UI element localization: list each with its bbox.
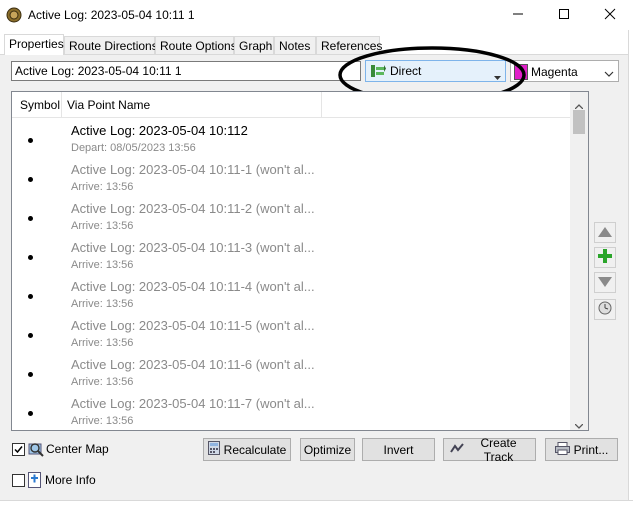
list-item[interactable]: Active Log: 2023-05-04 10:11-3 (won't al… <box>12 239 570 278</box>
title-bar: Active Log: 2023-05-04 10:11 1 <box>0 0 633 30</box>
print-button[interactable]: Print... <box>545 438 618 461</box>
calculator-icon <box>207 441 220 458</box>
invert-button[interactable]: Invert <box>362 438 435 461</box>
more-info-label: More Info <box>45 473 96 487</box>
via-point-symbol-icon <box>28 255 33 260</box>
window-title: Active Log: 2023-05-04 10:11 1 <box>28 8 195 22</box>
print-label: Print... <box>573 442 609 457</box>
via-point-symbol-icon <box>28 294 33 299</box>
via-point-name: Active Log: 2023-05-04 10:11-4 (won't al… <box>71 279 315 294</box>
via-point-list[interactable]: Symbol Via Point Name Active Log: 2023-0… <box>11 91 589 431</box>
column-header-symbol[interactable]: Symbol <box>20 98 60 112</box>
more-info-checkbox[interactable] <box>12 474 25 487</box>
timing-button[interactable] <box>594 299 616 320</box>
center-map-checkbox[interactable] <box>12 443 25 456</box>
via-point-symbol-icon <box>28 177 33 182</box>
close-icon <box>604 8 616 23</box>
move-down-button[interactable] <box>594 272 616 293</box>
via-point-name: Active Log: 2023-05-04 10:112 <box>71 123 248 138</box>
plus-icon <box>598 249 612 266</box>
create-track-button[interactable]: Create Track <box>443 435 536 464</box>
via-point-time: Arrive: 13:56 <box>71 415 134 427</box>
route-name-input[interactable] <box>11 61 361 81</box>
column-header-name[interactable]: Via Point Name <box>67 98 150 112</box>
via-point-time: Arrive: 13:56 <box>71 181 134 193</box>
chevron-down-icon <box>604 66 614 80</box>
recalculate-button[interactable]: Recalculate <box>203 438 291 461</box>
recalculate-label: Recalculate <box>223 442 287 457</box>
tab-route-options[interactable]: Route Options <box>155 36 237 54</box>
list-header: Symbol Via Point Name <box>12 92 570 118</box>
info-document-icon <box>28 472 42 491</box>
via-point-time: Depart: 08/05/2023 13:56 <box>71 142 196 154</box>
via-point-name: Active Log: 2023-05-04 10:11-6 (won't al… <box>71 357 315 372</box>
via-point-time: Arrive: 13:56 <box>71 337 134 349</box>
via-point-symbol-icon <box>28 411 33 416</box>
magnifier-map-icon <box>28 441 44 460</box>
maximize-icon <box>558 8 570 23</box>
list-item[interactable]: Active Log: 2023-05-04 10:11-6 (won't al… <box>12 356 570 395</box>
minimize-icon <box>512 8 524 23</box>
via-point-name: Active Log: 2023-05-04 10:11-7 (won't al… <box>71 396 315 411</box>
via-point-time: Arrive: 13:56 <box>71 298 134 310</box>
via-point-name: Active Log: 2023-05-04 10:11-2 (won't al… <box>71 201 315 216</box>
tab-notes[interactable]: Notes <box>274 36 316 54</box>
list-item[interactable]: Active Log: 2023-05-04 10:11-4 (won't al… <box>12 278 570 317</box>
track-icon <box>450 442 464 457</box>
triangle-down-icon <box>598 276 612 290</box>
via-point-symbol-icon <box>28 372 33 377</box>
add-via-point-button[interactable] <box>594 247 616 268</box>
scroll-thumb[interactable] <box>573 110 585 134</box>
tab-properties[interactable]: Properties <box>4 34 64 55</box>
triangle-up-icon <box>598 226 612 240</box>
clock-icon <box>598 301 612 318</box>
route-color-value: Magenta <box>531 65 578 79</box>
close-button[interactable] <box>587 0 633 30</box>
list-item[interactable]: Active Log: 2023-05-04 10:11-5 (won't al… <box>12 317 570 356</box>
tab-route-directions[interactable]: Route Directions <box>64 36 158 54</box>
checkmark-icon <box>13 444 24 458</box>
printer-icon <box>554 441 570 458</box>
vertical-scrollbar[interactable] <box>570 92 588 430</box>
list-item[interactable]: Active Log: 2023-05-04 10:112 Depart: 08/… <box>12 122 570 161</box>
invert-label: Invert <box>383 442 414 457</box>
via-point-name: Active Log: 2023-05-04 10:11-1 (won't al… <box>71 162 315 177</box>
via-point-symbol-icon <box>28 216 33 221</box>
tab-graph[interactable]: Graph <box>234 36 274 54</box>
via-point-symbol-icon <box>28 138 33 143</box>
move-up-button[interactable] <box>594 222 616 243</box>
optimize-button[interactable]: Optimize <box>300 438 355 461</box>
via-point-symbol-icon <box>28 333 33 338</box>
scroll-down-icon[interactable] <box>574 418 584 430</box>
center-map-label: Center Map <box>46 442 109 456</box>
optimize-label: Optimize <box>303 442 352 457</box>
background-window-edge <box>628 30 633 507</box>
via-point-name: Active Log: 2023-05-04 10:11-5 (won't al… <box>71 318 315 333</box>
via-point-time: Arrive: 13:56 <box>71 220 134 232</box>
via-point-time: Arrive: 13:56 <box>71 259 134 271</box>
app-globe-icon <box>6 7 22 23</box>
via-point-name: Active Log: 2023-05-04 10:11-3 (won't al… <box>71 240 315 255</box>
list-item[interactable]: Active Log: 2023-05-04 10:11-1 (won't al… <box>12 161 570 200</box>
minimize-button[interactable] <box>495 0 541 30</box>
via-point-time: Arrive: 13:56 <box>71 376 134 388</box>
create-track-label: Create Track <box>480 435 517 464</box>
list-item[interactable]: Active Log: 2023-05-04 10:11-7 (won't al… <box>12 395 570 430</box>
list-item[interactable]: Active Log: 2023-05-04 10:11-2 (won't al… <box>12 200 570 239</box>
maximize-button[interactable] <box>541 0 587 30</box>
